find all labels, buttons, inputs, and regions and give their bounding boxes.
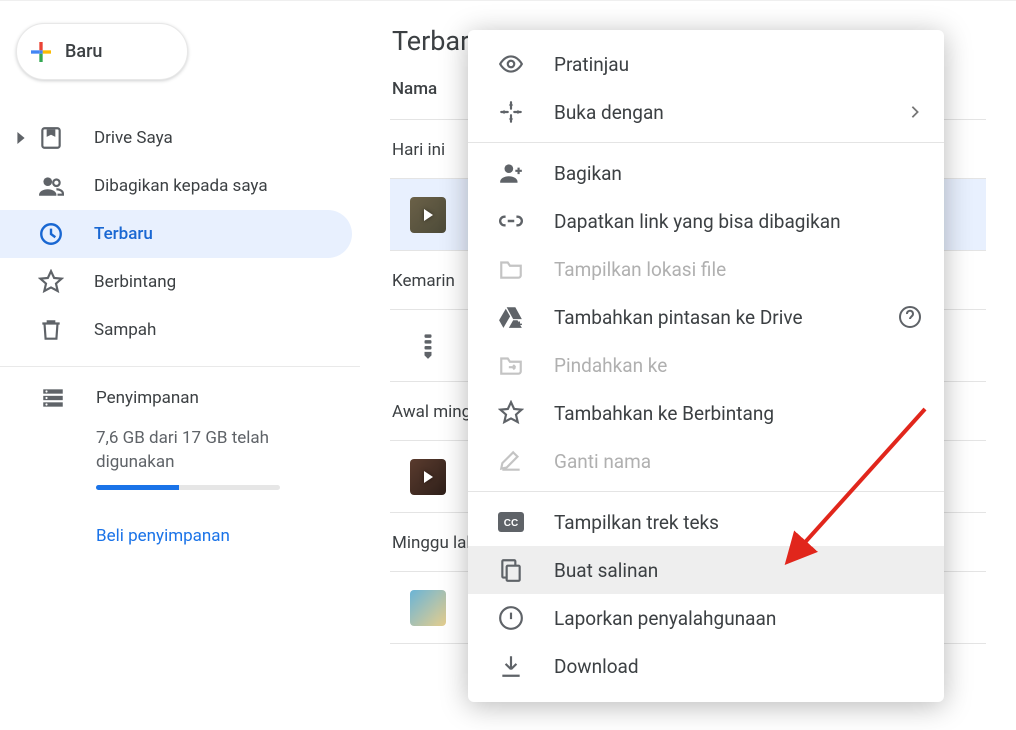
play-icon: [424, 471, 433, 483]
person-add-icon: [498, 160, 554, 186]
menu-item-show-location: Tampilkan lokasi file: [468, 245, 944, 293]
new-button-label: Baru: [65, 41, 102, 62]
menu-item-label: Tambahkan pintasan ke Drive: [554, 306, 898, 329]
image-thumbnail: [410, 590, 446, 626]
recent-icon: [32, 221, 94, 247]
menu-item-label: Laporkan penyalahgunaan: [554, 607, 922, 630]
sidebar: Baru Drive Saya: [0, 1, 360, 546]
menu-item-label: Buat salinan: [554, 559, 922, 582]
menu-item-label: Tambahkan ke Berbintang: [554, 402, 922, 425]
chevron-right-icon: [908, 105, 922, 119]
divider: [0, 366, 360, 367]
help-icon[interactable]: [898, 305, 922, 329]
report-icon: [498, 605, 554, 631]
context-menu: Pratinjau Buka dengan Bagikan Dapatkan l…: [468, 30, 944, 702]
rename-icon: [498, 448, 554, 474]
video-thumbnail: [410, 197, 446, 233]
menu-item-label: Tampilkan lokasi file: [554, 258, 922, 281]
link-icon: [498, 208, 554, 234]
nav-item-label: Drive Saya: [94, 128, 352, 148]
nav-list: Drive Saya Dibagikan kepada saya T: [0, 114, 360, 546]
menu-item-label: Pindahkan ke: [554, 354, 922, 377]
storage-icon: [40, 385, 96, 411]
nav-item-label: Terbaru: [94, 224, 352, 244]
jamboard-icon: [410, 332, 446, 360]
video-thumbnail: [410, 459, 446, 495]
menu-item-make-copy[interactable]: Buat salinan: [468, 546, 944, 594]
nav-item-label: Sampah: [94, 320, 352, 340]
star-icon: [498, 400, 554, 426]
menu-item-preview[interactable]: Pratinjau: [468, 40, 944, 88]
buy-storage-link[interactable]: Beli penyimpanan: [96, 526, 340, 546]
svg-text:+: +: [516, 318, 522, 330]
menu-item-add-shortcut[interactable]: + Tambahkan pintasan ke Drive: [468, 293, 944, 341]
nav-item-trash[interactable]: Sampah: [0, 306, 352, 354]
menu-separator: [468, 142, 944, 143]
drive-icon: [32, 125, 94, 151]
nav-item-label: Dibagikan kepada saya: [94, 176, 352, 196]
menu-item-label: Dapatkan link yang bisa dibagikan: [554, 210, 922, 233]
download-icon: [498, 653, 554, 679]
svg-text:CC: CC: [504, 518, 518, 529]
menu-item-label: Tampilkan trek teks: [554, 511, 922, 534]
menu-item-get-link[interactable]: Dapatkan link yang bisa dibagikan: [468, 197, 944, 245]
trash-icon: [32, 317, 94, 343]
nav-item-label: Berbintang: [94, 272, 352, 292]
storage-bar-fill: [96, 485, 179, 490]
nav-item-starred[interactable]: Berbintang: [0, 258, 352, 306]
menu-item-label: Bagikan: [554, 162, 922, 185]
menu-separator: [468, 491, 944, 492]
nav-item-storage[interactable]: Penyimpanan: [40, 385, 340, 411]
move-to-icon: [498, 352, 554, 378]
menu-item-report-abuse[interactable]: Laporkan penyalahgunaan: [468, 594, 944, 642]
menu-item-add-star[interactable]: Tambahkan ke Berbintang: [468, 389, 944, 437]
menu-item-label: Ganti nama: [554, 450, 922, 473]
shared-icon: [32, 173, 94, 199]
menu-item-share[interactable]: Bagikan: [468, 149, 944, 197]
copy-icon: [498, 557, 554, 583]
drive-add-icon: +: [498, 304, 554, 330]
eye-icon: [498, 51, 554, 77]
menu-item-rename: Ganti nama: [468, 437, 944, 485]
cc-icon: CC: [498, 512, 554, 532]
storage-usage-text: 7,6 GB dari 17 GB telah digunakan: [96, 427, 280, 475]
storage-block: Penyimpanan 7,6 GB dari 17 GB telah digu…: [0, 379, 360, 546]
menu-item-captions[interactable]: CC Tampilkan trek teks: [468, 498, 944, 546]
star-icon: [32, 269, 94, 295]
storage-bar: [96, 485, 280, 490]
open-with-icon: [498, 99, 554, 125]
folder-icon: [498, 256, 554, 282]
menu-item-label: Pratinjau: [554, 53, 922, 76]
plus-icon: [17, 37, 65, 67]
menu-item-download[interactable]: Download: [468, 642, 944, 690]
menu-item-label: Buka dengan: [554, 101, 908, 124]
storage-label: Penyimpanan: [96, 388, 199, 408]
play-icon: [424, 209, 433, 221]
menu-item-label: Download: [554, 655, 922, 678]
new-button[interactable]: Baru: [16, 23, 188, 80]
menu-item-move-to: Pindahkan ke: [468, 341, 944, 389]
expand-caret-icon[interactable]: [10, 132, 32, 144]
nav-item-recent[interactable]: Terbaru: [0, 210, 352, 258]
nav-item-shared[interactable]: Dibagikan kepada saya: [0, 162, 352, 210]
nav-item-my-drive[interactable]: Drive Saya: [0, 114, 352, 162]
menu-item-open-with[interactable]: Buka dengan: [468, 88, 944, 136]
